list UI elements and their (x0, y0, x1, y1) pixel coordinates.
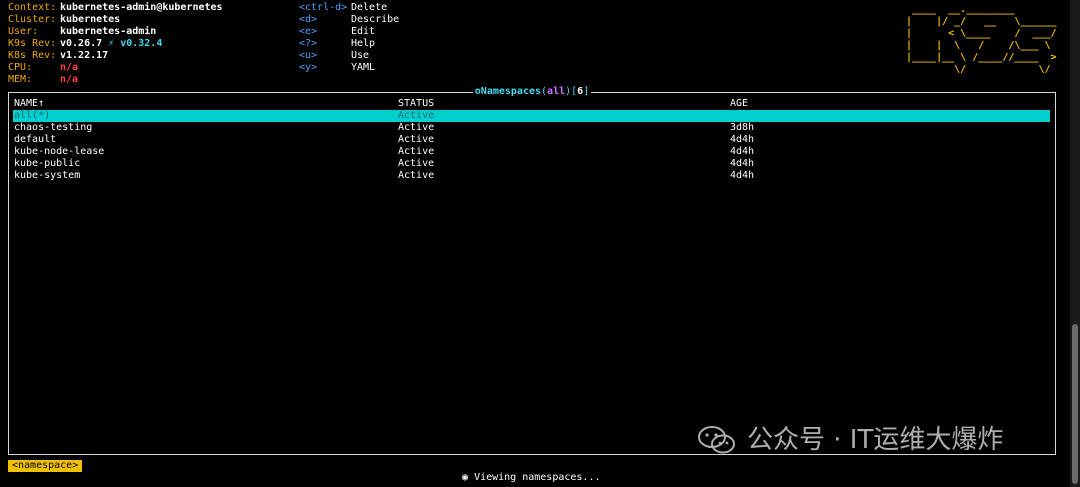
info-value: v0.26.7 (60, 38, 103, 49)
column-age-header[interactable]: AGE (730, 98, 748, 110)
info-value: v1.22.17 (60, 50, 109, 61)
namespace-status: Active (398, 110, 435, 121)
logo-line: |____|__ \ /____//____ > (906, 52, 1057, 63)
shortcut-action: Describe (351, 14, 400, 25)
table-row[interactable]: kube-system Active 4d4h (13, 170, 1050, 182)
namespace-name: all(*) (14, 110, 51, 121)
info-key: K9s Rev: (8, 38, 57, 49)
shortcut-key: <y> (299, 62, 318, 73)
column-name-header[interactable]: NAME↑ (14, 98, 44, 110)
info-row: Context: kubernetes-admin@kubernetes (8, 2, 223, 14)
shortcut-row[interactable]: <ctrl-d> Delete (299, 2, 399, 14)
shortcut-row[interactable]: <d> Describe (299, 14, 399, 26)
shortcut-key: <?> (299, 38, 318, 49)
table-row[interactable]: chaos-testing Active 3d8h (13, 122, 1050, 134)
info-value: kubernetes-admin@kubernetes (60, 2, 223, 13)
info-key: MEM: (8, 74, 33, 85)
column-status-header[interactable]: STATUS (398, 98, 434, 110)
shortcut-action: Delete (351, 2, 388, 13)
shortcut-row[interactable]: <e> Edit (299, 26, 399, 38)
wechat-icon (698, 426, 735, 454)
shortcut-row[interactable]: <?> Help (299, 38, 399, 50)
namespace-status: Active (398, 158, 435, 169)
table-row[interactable]: all(*) Active (13, 110, 1050, 122)
info-value: n/a (60, 62, 79, 73)
logo-line: | |/ _/ __ \______ (906, 16, 1057, 27)
shortcut-action: YAML (351, 62, 376, 73)
namespace-name: kube-system (14, 170, 81, 181)
logo-line: | < \____ / ___/ (906, 28, 1057, 39)
info-icon: ◉ (462, 472, 469, 483)
shortcut-action: Edit (351, 26, 376, 37)
shortcut-action: Help (351, 38, 376, 49)
info-key: CPU: (8, 62, 33, 73)
info-key: K8s Rev: (8, 50, 57, 61)
logo-line: \/ \/ (906, 64, 1057, 75)
shortcut-key: <d> (299, 14, 318, 25)
namespaces-panel: oNamespaces(all)[6] NAME↑ STATUS AGE all… (8, 86, 1056, 455)
info-value: kubernetes-admin (60, 26, 157, 37)
namespace-name: chaos-testing (14, 122, 93, 133)
info-value: kubernetes (60, 14, 121, 25)
shortcut-key: <u> (299, 50, 318, 61)
namespace-status: Active (398, 122, 435, 133)
logo-line: | | \ / /\___ \ (906, 40, 1057, 51)
shortcut-row[interactable]: <u> Use (299, 50, 399, 62)
table-row[interactable]: kube-node-lease Active 4d4h (13, 146, 1050, 158)
namespace-age: 4d4h (730, 134, 755, 145)
scrollbar[interactable] (1070, 0, 1080, 487)
shortcut-key: <e> (299, 26, 318, 37)
info-key: Cluster: (8, 14, 57, 25)
scrollbar-thumb[interactable] (1072, 324, 1078, 484)
shortcut-key: <ctrl-d> (299, 2, 348, 13)
namespace-status: Active (398, 170, 435, 181)
info-key: Context: (8, 2, 57, 13)
k9s-logo: ____ __.________ | |/ _/ __ \______ | < \… (906, 4, 1057, 76)
info-extra: ⚡ v0.32.4 (108, 38, 163, 49)
shortcut-row[interactable]: <y> YAML (299, 62, 399, 74)
info-row: K9s Rev: v0.26.7 ⚡ v0.32.4 (8, 38, 223, 50)
namespace-name: default (14, 134, 57, 145)
watermark-text: 公众号 · IT运维大爆炸 (747, 425, 1004, 455)
namespace-age: 4d4h (730, 158, 755, 169)
namespace-name: kube-node-lease (14, 146, 105, 157)
panel-title: oNamespaces(all)[6] (472, 86, 592, 97)
status-bar: ◉ Viewing namespaces... (462, 472, 601, 484)
namespace-age: 4d4h (730, 170, 755, 181)
table-row[interactable]: kube-public Active 4d4h (13, 158, 1050, 170)
logo-line: ____ __.________ (906, 4, 1057, 15)
info-key: User: (8, 26, 39, 37)
table-header: NAME↑ STATUS AGE (13, 98, 1050, 110)
namespace-age: 3d8h (730, 122, 755, 133)
table-row[interactable]: default Active 4d4h (13, 134, 1050, 146)
info-row: MEM: n/a (8, 74, 223, 86)
status-text: Viewing namespaces... (474, 472, 601, 483)
panel-title-name: oNamespaces (474, 86, 542, 97)
info-value: n/a (60, 74, 79, 85)
shortcut-action: Use (351, 50, 370, 61)
shortcut-menu: <ctrl-d> Delete <d> Describe <e> Edit <?> Help <… (299, 2, 399, 74)
namespace-status: Active (398, 146, 435, 157)
info-row: Cluster: kubernetes (8, 14, 223, 26)
watermark: 公众号 · IT运维大爆炸 (697, 424, 1003, 456)
breadcrumb[interactable]: <namespace> (8, 460, 83, 472)
namespace-status: Active (398, 134, 435, 145)
info-row: User: kubernetes-admin (8, 26, 223, 38)
cluster-info: Context: kubernetes-admin@kubernetes Clust… (8, 2, 223, 86)
info-row: CPU: n/a (8, 62, 223, 74)
namespace-age: 4d4h (730, 146, 755, 157)
info-row: K8s Rev: v1.22.17 (8, 50, 223, 62)
namespace-name: kube-public (14, 158, 81, 169)
panel-filter: all (547, 86, 566, 97)
